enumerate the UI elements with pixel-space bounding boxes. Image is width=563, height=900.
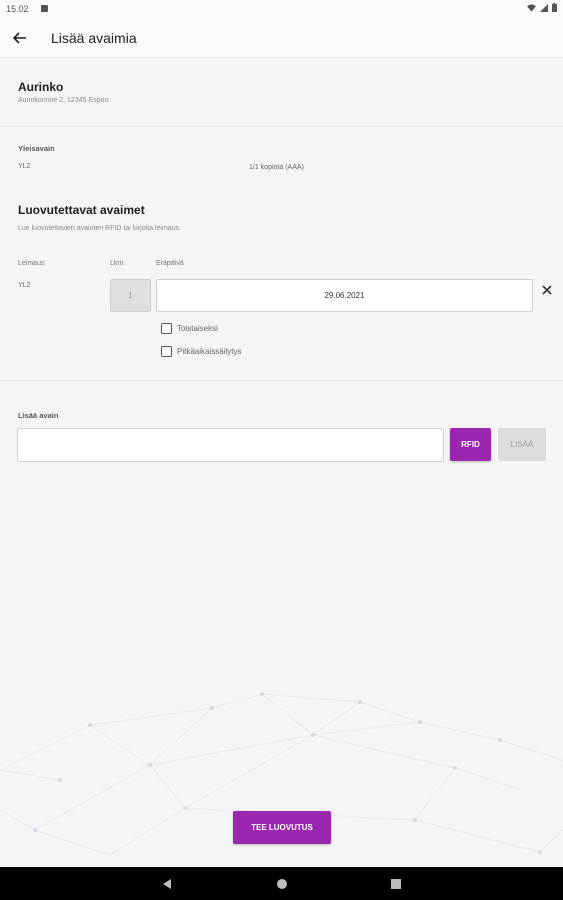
count-value: 1 <box>128 291 133 300</box>
long-term-storage-checkbox[interactable] <box>161 346 172 357</box>
add-key-input[interactable] <box>17 428 444 462</box>
count-field: 1 <box>110 279 151 312</box>
remove-row-icon[interactable] <box>541 284 553 296</box>
due-date-value: 29.06.2021 <box>324 291 365 300</box>
page-title: Lisää avaimia <box>51 30 137 46</box>
notification-icon <box>41 5 48 12</box>
issue-keys-instruction: Lue luovutettavien avainten RFID tai kir… <box>18 225 182 232</box>
long-term-storage-label: Pitkäaikaissäilytys <box>177 347 242 356</box>
master-key-heading: Yleisavain <box>18 144 55 153</box>
nav-back-icon[interactable] <box>161 878 173 890</box>
indefinitely-label: Toistaiseksi <box>177 324 218 333</box>
back-arrow-icon[interactable] <box>10 28 30 48</box>
add-key-label: Lisää avain <box>18 411 59 420</box>
app-bar: Lisää avaimia <box>0 18 563 58</box>
due-date-field[interactable]: 29.06.2021 <box>156 279 533 312</box>
divider <box>0 126 563 127</box>
row-stamp: YL2 <box>18 282 31 289</box>
submit-handover-button[interactable]: TEE LUOVUTUS <box>233 811 331 844</box>
status-bar: 15.02 <box>0 0 563 18</box>
master-key-code: YL2 <box>18 163 31 170</box>
divider <box>0 380 563 381</box>
master-key-copies: 1/1 kopiota (AAA) <box>249 164 304 171</box>
column-count: Lkm <box>110 260 124 267</box>
issue-keys-heading: Luovutettavat avaimet <box>18 203 145 217</box>
system-navigation-bar <box>0 867 563 900</box>
column-due-date: Eräpäivä <box>156 260 184 267</box>
status-time: 15.02 <box>6 4 29 14</box>
wifi-icon <box>527 3 536 12</box>
add-key-button[interactable]: LISÄÄ <box>498 428 546 461</box>
location-address: Aurinkorinne 2, 12345 Espoo <box>18 97 109 104</box>
status-icons <box>527 3 557 12</box>
nav-home-icon[interactable] <box>276 878 288 890</box>
battery-icon <box>552 3 557 12</box>
column-stamp: Leimaus <box>18 260 45 267</box>
rfid-button[interactable]: RFID <box>450 428 491 461</box>
indefinitely-checkbox[interactable] <box>161 323 172 334</box>
nav-recents-icon[interactable] <box>390 878 402 890</box>
signal-icon <box>540 3 548 12</box>
location-name: Aurinko <box>18 80 64 94</box>
